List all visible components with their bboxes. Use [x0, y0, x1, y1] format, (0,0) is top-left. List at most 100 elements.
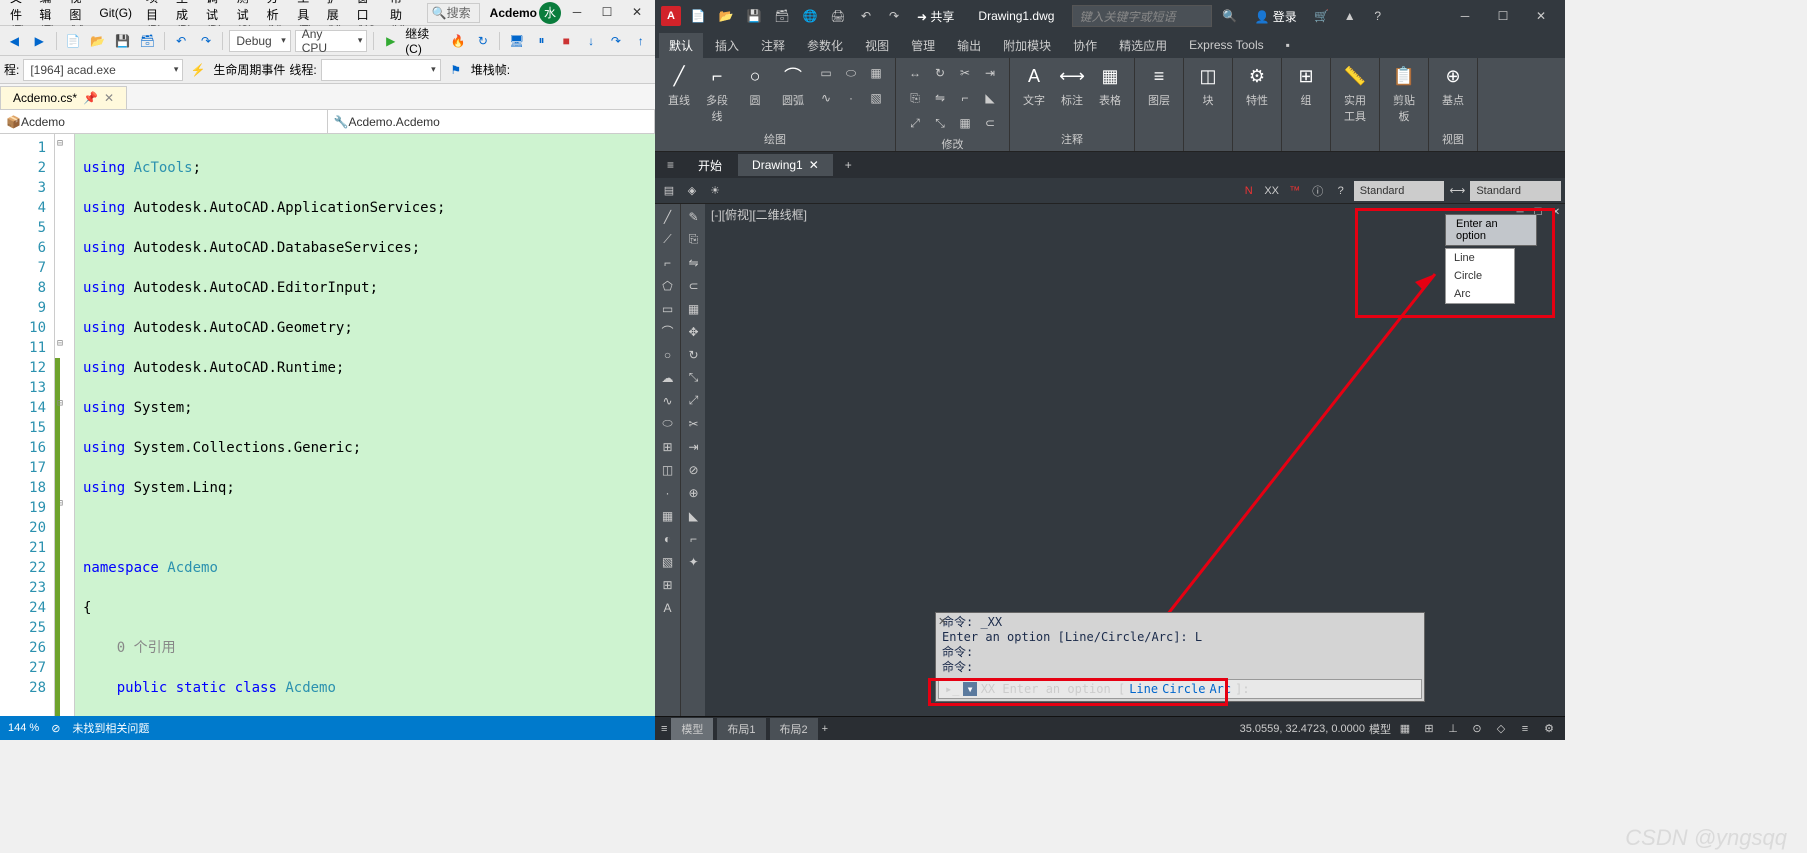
lifecycle-icon[interactable]: ⚡	[187, 59, 209, 81]
add-layout-icon[interactable]: +	[822, 723, 828, 735]
login-button[interactable]: 👤 登录	[1246, 8, 1304, 25]
open-icon[interactable]: 📂	[715, 5, 737, 27]
filter-icon[interactable]: ▤	[659, 181, 679, 201]
point-tool-icon[interactable]: ·	[657, 482, 678, 503]
undo-icon[interactable]: ↶	[171, 30, 192, 52]
polar-icon[interactable]: ⊙	[1467, 720, 1487, 738]
spline-icon[interactable]: ∿	[815, 87, 837, 109]
insert-tool-icon[interactable]: ⊞	[657, 436, 678, 457]
rect-icon[interactable]: ▭	[815, 62, 837, 84]
explode-tool-icon[interactable]: ✦	[683, 551, 704, 572]
rotate-tool-icon[interactable]: ↻	[683, 344, 704, 365]
clip-button[interactable]: 📋剪贴板	[1388, 62, 1420, 124]
chamfer-icon[interactable]: ◣	[979, 87, 1001, 109]
base-button[interactable]: ⊕基点	[1437, 62, 1469, 108]
layout-model[interactable]: 模型	[671, 718, 713, 740]
rtab-parametric[interactable]: 参数化	[797, 33, 853, 58]
config-combo[interactable]: Debug	[229, 30, 290, 52]
arc-button[interactable]: ⌒圆弧	[777, 62, 809, 108]
fillet-tool-icon[interactable]: ⌐	[683, 528, 704, 549]
text-button[interactable]: A文字	[1018, 62, 1050, 108]
dimstyle-icon[interactable]: ⟷	[1447, 181, 1467, 201]
rtab-addins[interactable]: 附加模块	[993, 33, 1061, 58]
arc-tool-icon[interactable]: ⌒	[657, 321, 678, 342]
region-tool-icon[interactable]: ▧	[657, 551, 678, 572]
stretch-icon[interactable]: ⤢	[904, 112, 926, 134]
redo-icon[interactable]: ↷	[883, 5, 905, 27]
scale-icon[interactable]: ⤡	[929, 112, 951, 134]
osnap-icon[interactable]: ◇	[1491, 720, 1511, 738]
help-icon[interactable]: ?	[1331, 181, 1351, 201]
continue-icon[interactable]: ▶	[380, 30, 401, 52]
continue-label[interactable]: 继续(C)	[405, 25, 443, 56]
nav-class-combo[interactable]: 🔧 Acdemo.Acdemo	[328, 110, 656, 133]
sun-icon[interactable]: ☀	[705, 181, 725, 201]
mirror-tool-icon[interactable]: ⇋	[683, 252, 704, 273]
rtab-extra-icon[interactable]: ▪	[1276, 34, 1300, 56]
polygon-tool-icon[interactable]: ⬠	[657, 275, 678, 296]
pause-icon[interactable]: ⏸	[531, 30, 552, 52]
break-tool-icon[interactable]: ⊘	[683, 459, 704, 480]
rtab-output[interactable]: 输出	[947, 33, 991, 58]
cart-icon[interactable]: 🛒	[1311, 5, 1333, 27]
process-combo[interactable]: [1964] acad.exe	[23, 59, 183, 81]
maximize-icon[interactable]: ☐	[1485, 2, 1521, 30]
tab-acdemo[interactable]: Acdemo.cs* 📌 ✕	[0, 86, 127, 109]
tab-close-icon[interactable]: ✕	[809, 158, 819, 172]
group-button[interactable]: ⊞组	[1290, 62, 1322, 108]
rtab-featured[interactable]: 精选应用	[1109, 33, 1177, 58]
gradient-tool-icon[interactable]: ◐	[657, 528, 678, 549]
redo-icon[interactable]: ↷	[196, 30, 217, 52]
rtab-express[interactable]: Express Tools	[1179, 34, 1273, 56]
rect-tool-icon[interactable]: ▭	[657, 298, 678, 319]
revcloud-tool-icon[interactable]: ☁	[657, 367, 678, 388]
block-tool-icon[interactable]: ◫	[657, 459, 678, 480]
zoom-level[interactable]: 144 %	[8, 722, 39, 734]
rtab-view[interactable]: 视图	[855, 33, 899, 58]
move-icon[interactable]: ↔	[904, 62, 926, 84]
line-tool-icon[interactable]: ╱	[657, 206, 678, 227]
erase-icon[interactable]: ✎	[683, 206, 704, 227]
extend-icon[interactable]: ⇥	[979, 62, 1001, 84]
trim-tool-icon[interactable]: ✂	[683, 413, 704, 434]
move-tool-icon[interactable]: ✥	[683, 321, 704, 342]
block-button[interactable]: ◫块	[1192, 62, 1224, 108]
grid-icon[interactable]: ▦	[1395, 720, 1415, 738]
pline-tool-icon[interactable]: ⌐	[657, 252, 678, 273]
region-icon[interactable]: ▧	[865, 87, 887, 109]
acad-search-input[interactable]: 键入关键字或短语	[1072, 5, 1212, 27]
new-icon[interactable]: 📄	[687, 5, 709, 27]
layer-button[interactable]: ≡图层	[1143, 62, 1175, 108]
layout-1[interactable]: 布局1	[717, 718, 765, 740]
util-button[interactable]: 📏实用工具	[1339, 62, 1371, 124]
stretch-tool-icon[interactable]: ⤢	[683, 390, 704, 411]
array-icon[interactable]: ▦	[954, 112, 976, 134]
rotate-icon[interactable]: ↻	[929, 62, 951, 84]
rtab-default[interactable]: 默认	[659, 33, 703, 58]
text-style-combo[interactable]: Standard	[1470, 181, 1561, 201]
rtab-collab[interactable]: 协作	[1063, 33, 1107, 58]
hatch-icon[interactable]: ▦	[865, 62, 887, 84]
snap-icon[interactable]: ⊞	[1419, 720, 1439, 738]
nav-back-icon[interactable]: ◀	[4, 30, 25, 52]
table-button[interactable]: ▦表格	[1094, 62, 1126, 108]
pin-icon[interactable]: 📌	[83, 91, 98, 105]
tm-icon[interactable]: ™	[1285, 181, 1305, 201]
user-avatar[interactable]: 水	[539, 2, 561, 24]
pline-button[interactable]: ⌐多段线	[701, 62, 733, 124]
layer-state-icon[interactable]: ◈	[682, 181, 702, 201]
prop-button[interactable]: ⚙特性	[1241, 62, 1273, 108]
cmd-close-icon[interactable]: ✕	[938, 615, 947, 628]
help-icon[interactable]: ?	[1367, 5, 1389, 27]
circle-tool-icon[interactable]: ○	[657, 344, 678, 365]
share-button[interactable]: ➜ 共享	[911, 8, 960, 25]
nav-project-combo[interactable]: 📦 Acdemo	[0, 110, 328, 133]
restart-icon[interactable]: ↻	[472, 30, 493, 52]
offset-tool-icon[interactable]: ⊂	[683, 275, 704, 296]
drawing-tab[interactable]: Drawing1 ✕	[738, 154, 833, 176]
no-issues-icon[interactable]: ⊘	[51, 722, 60, 735]
step-over-icon[interactable]: ↷	[605, 30, 626, 52]
search-icon[interactable]: 🔍	[1218, 5, 1240, 27]
copy-icon[interactable]: ⎘	[904, 87, 926, 109]
thread-combo[interactable]	[321, 59, 441, 81]
